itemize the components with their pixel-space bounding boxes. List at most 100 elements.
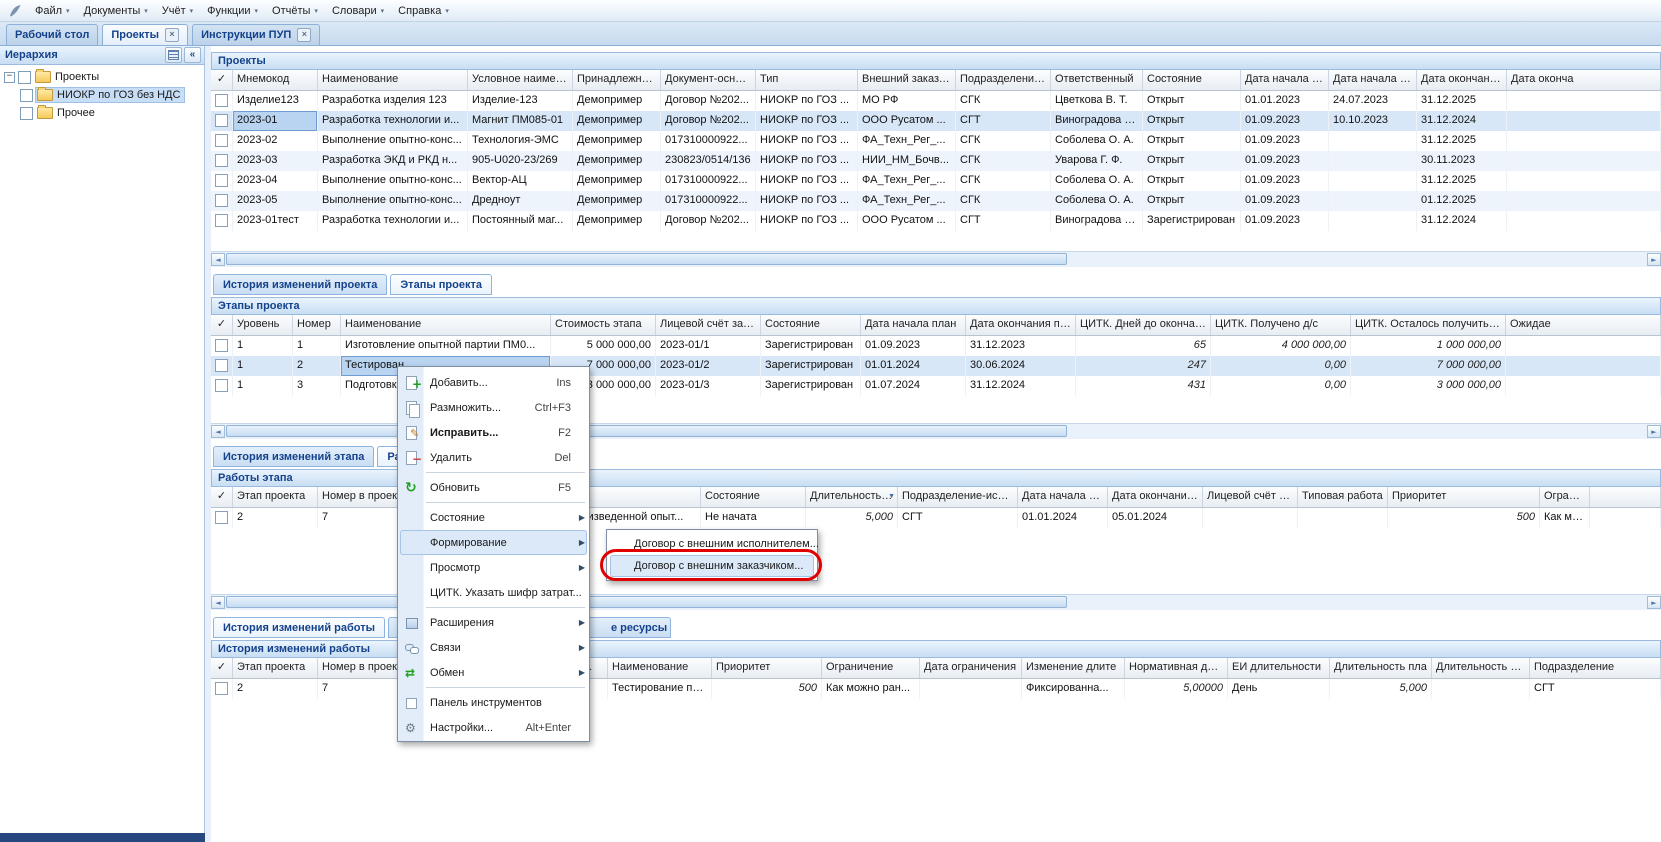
grid-cell[interactable]: 01.09.2023 (1241, 171, 1329, 191)
grid-cell[interactable]: 5,000 (1330, 679, 1432, 699)
column-header[interactable]: ЦИТК. Дней до окончания (1076, 315, 1211, 335)
column-header[interactable]: ЕИ длительности (1228, 658, 1330, 678)
scroll-right-icon[interactable]: ► (1647, 253, 1661, 266)
row-checkbox[interactable] (215, 379, 228, 392)
grid-cell[interactable]: 2023-03 (233, 151, 318, 171)
node-checkbox[interactable] (20, 89, 33, 102)
column-header[interactable]: Ответственный (1051, 70, 1143, 90)
table-row[interactable]: 2023-01Разработка технологии и...Магнит … (211, 111, 1661, 131)
column-header[interactable]: Дата окончания план (966, 315, 1076, 335)
column-header[interactable]: Дата начала план. (1241, 70, 1329, 90)
column-header[interactable]: Дата ограничения (920, 658, 1022, 678)
column-header[interactable]: Длительность фак (1432, 658, 1530, 678)
checkbox-cell[interactable] (211, 356, 233, 376)
grid-cell[interactable]: НИИ_НМ_Бочв... (858, 151, 956, 171)
context-menu-item[interactable]: ЦИТК. Указать шифр затрат... (398, 580, 589, 605)
row-checkbox[interactable] (215, 682, 228, 695)
grid-cell[interactable]: 0,00 (1211, 356, 1351, 376)
column-header[interactable]: Длительность пла (1330, 658, 1432, 678)
grid-cell[interactable] (1203, 508, 1298, 528)
grid-cell[interactable]: 01.09.2023 (1241, 131, 1329, 151)
grid-cell[interactable]: Тестирование произве... (608, 679, 712, 699)
grid-cell[interactable]: Зарегистрирован (1143, 211, 1241, 231)
grid-cell[interactable]: МО РФ (858, 91, 956, 111)
grid-cell[interactable]: 01.07.2024 (861, 376, 966, 396)
grid-cell[interactable] (1506, 376, 1661, 396)
column-header[interactable]: Тип (756, 70, 858, 90)
grid-cell[interactable]: 5,00000 (1125, 679, 1228, 699)
grid-cell[interactable] (1590, 508, 1661, 528)
menubar-item-5[interactable]: Отчёты▾ (265, 2, 325, 20)
grid-cell[interactable]: Уварова Г. Ф. (1051, 151, 1143, 171)
grid-cell[interactable]: 1 (233, 336, 293, 356)
grid-cell[interactable]: СГК (956, 191, 1051, 211)
grid-cell[interactable]: Выполнение опытно-конс... (318, 131, 468, 151)
grid-cell[interactable]: Открыт (1143, 191, 1241, 211)
column-header[interactable]: Дата оконча (1507, 70, 1661, 90)
grid-cell[interactable]: НИОКР по ГОЗ ... (756, 191, 858, 211)
grid-cell[interactable] (1329, 151, 1417, 171)
column-header[interactable]: Дата начала план. (1018, 487, 1108, 507)
grid-cell[interactable]: СГТ (956, 211, 1051, 231)
grid-cell[interactable]: Зарегистрирован (761, 356, 861, 376)
grid-cell[interactable]: 30.06.2024 (966, 356, 1076, 376)
grid-cell[interactable]: Соболева О. А. (1051, 171, 1143, 191)
grid-cell[interactable] (1506, 356, 1661, 376)
grid-cell[interactable]: СГК (956, 171, 1051, 191)
grid-cell[interactable]: 2023-01/1 (656, 336, 761, 356)
checkbox-cell[interactable] (211, 211, 233, 231)
context-menu-item[interactable]: Просмотр▶ (398, 555, 589, 580)
column-header[interactable]: Наименование (608, 658, 712, 678)
grid-cell[interactable]: Демопример (573, 191, 661, 211)
grid-cell[interactable]: 017310000922... (661, 191, 756, 211)
grid-cell[interactable]: Разработка изделия 123 (318, 91, 468, 111)
column-header[interactable] (1590, 487, 1661, 507)
grid-cell[interactable]: Постоянный маг... (468, 211, 573, 231)
grid-cell[interactable]: СГТ (898, 508, 1018, 528)
grid-cell[interactable]: Договор №202... (661, 211, 756, 231)
grid-cell[interactable]: 1 000 000,00 (1351, 336, 1506, 356)
grid-cell[interactable]: 431 (1076, 376, 1211, 396)
grid-cell[interactable]: Виноградова А... (1051, 111, 1143, 131)
column-header[interactable]: Мнемокод (233, 70, 318, 90)
grid-cell[interactable]: НИОКР по ГОЗ ... (756, 91, 858, 111)
grid-cell[interactable]: 2023-02 (233, 131, 318, 151)
grid-cell[interactable]: Зарегистрирован (761, 336, 861, 356)
grid-cell[interactable]: СГК (956, 151, 1051, 171)
history-tab-1[interactable]: История изменений работы (213, 617, 385, 638)
grid-cell[interactable]: Открыт (1143, 111, 1241, 131)
scroll-left-icon[interactable]: ◄ (211, 253, 225, 266)
row-checkbox[interactable] (215, 134, 228, 147)
column-header[interactable]: Дата начала план (861, 315, 966, 335)
tree-node[interactable]: Прочее (0, 104, 204, 122)
grid-cell[interactable]: Открыт (1143, 151, 1241, 171)
column-header[interactable]: ✓ (211, 70, 233, 90)
grid-cell[interactable]: Разработка ЭКД и РКД н... (318, 151, 468, 171)
grid-cell[interactable]: 500 (1388, 508, 1540, 528)
grid-cell[interactable]: 31.12.2023 (966, 336, 1076, 356)
grid-cell[interactable]: 905-U020-23/269 (468, 151, 573, 171)
grid-cell[interactable]: 01.01.2024 (861, 356, 966, 376)
grid-cell[interactable]: 5 000 000,00 (551, 336, 656, 356)
grid-cell[interactable]: 01.12.2025 (1417, 191, 1507, 211)
grid-cell[interactable]: 01.09.2023 (1241, 211, 1329, 231)
grid-cell[interactable]: 3 000 000,00 (1351, 376, 1506, 396)
grid-cell[interactable]: СГТ (956, 111, 1051, 131)
node-checkbox[interactable] (20, 107, 33, 120)
table-row[interactable]: 2023-04Выполнение опытно-конс...Вектор-А… (211, 171, 1661, 191)
grid-cell[interactable]: 65 (1076, 336, 1211, 356)
context-menu-item[interactable]: Обмен▶ (398, 660, 589, 685)
tree-node[interactable]: НИОКР по ГОЗ без НДС (0, 86, 204, 104)
grid-cell[interactable]: 31.12.2025 (1417, 171, 1507, 191)
checkbox-cell[interactable] (211, 151, 233, 171)
grid-cell[interactable]: Изделие-123 (468, 91, 573, 111)
grid-cell[interactable]: 017310000922... (661, 171, 756, 191)
menubar-item-3[interactable]: Учёт▾ (155, 2, 200, 20)
submenu-item[interactable]: Договор с внешним заказчиком... (610, 555, 814, 577)
grid-cell[interactable]: Демопример (573, 91, 661, 111)
context-menu-item[interactable]: УдалитьDel (398, 445, 589, 470)
checkbox-cell[interactable] (211, 336, 233, 356)
row-checkbox[interactable] (215, 214, 228, 227)
grid-cell[interactable] (1507, 211, 1661, 231)
column-header[interactable]: Внешний заказчик (858, 70, 956, 90)
